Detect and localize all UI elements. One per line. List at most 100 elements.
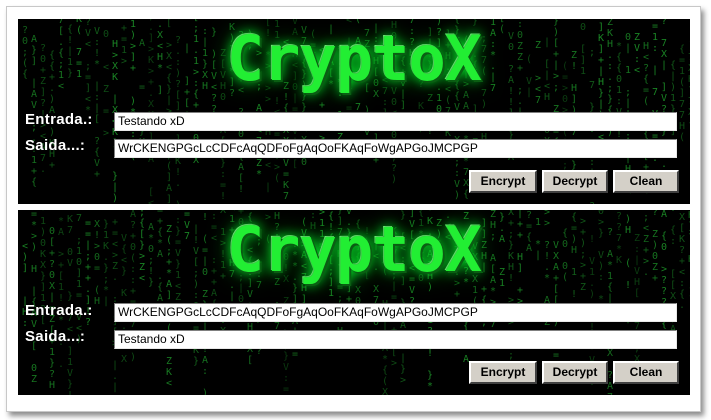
encrypt-button[interactable]: Encrypt	[469, 361, 537, 384]
svg-text:=: =	[103, 106, 109, 117]
svg-text:A: A	[202, 355, 208, 366]
svg-text:}: }	[193, 356, 199, 367]
svg-text:[: [	[247, 355, 253, 366]
svg-text::: :	[589, 157, 595, 168]
svg-text:Z: Z	[166, 356, 172, 367]
svg-text:{: {	[31, 177, 37, 188]
svg-text:+: +	[319, 100, 325, 111]
svg-text:A: A	[463, 101, 469, 112]
svg-text:): )	[589, 289, 595, 300]
svg-text:=: =	[283, 169, 289, 180]
svg-text:|: |	[112, 182, 118, 193]
svg-text:): )	[130, 352, 136, 363]
svg-text:[: [	[292, 159, 298, 170]
svg-text:K: K	[166, 367, 172, 378]
svg-text:A: A	[166, 183, 172, 194]
svg-text:]: ]	[166, 194, 172, 204]
svg-text:[: [	[184, 98, 190, 109]
output-field[interactable]: WrCKENGPGcLcCDFcAqQDFoFgAqOoFKAqFoWgAPGo…	[114, 139, 677, 158]
decrypt-button[interactable]: Decrypt	[542, 361, 608, 384]
svg-text:{: {	[94, 147, 100, 158]
svg-text:V: V	[67, 368, 73, 379]
svg-text:1: 1	[67, 357, 73, 368]
svg-text:.: .	[175, 178, 181, 189]
svg-text:!: !	[238, 184, 244, 195]
svg-text:Z: Z	[256, 158, 262, 169]
svg-text:V: V	[247, 289, 253, 300]
svg-text:]: ]	[175, 101, 181, 112]
cryptox-logo: CryptoX	[226, 22, 482, 95]
output-field[interactable]: Testando xD	[114, 330, 677, 349]
svg-text:>: >	[400, 375, 406, 386]
cryptox-logo: CryptoX	[226, 213, 482, 286]
svg-text:V: V	[31, 100, 37, 111]
svg-text:V: V	[283, 362, 289, 373]
svg-text:|: |	[625, 98, 631, 109]
svg-text:): )	[454, 190, 460, 201]
output-label: Saida...:	[25, 328, 86, 345]
svg-text:+: +	[31, 166, 37, 177]
decrypt-button[interactable]: Decrypt	[542, 170, 608, 193]
svg-text:?: ?	[589, 201, 595, 204]
cryptox-window-encrypt: ? 0;({A}] | A V;.! 1 +{? 0 + Z]?! > < A 7.{{+.) A) K H +7…	[18, 19, 690, 204]
svg-text:=: =	[220, 180, 226, 191]
svg-text:7: 7	[679, 110, 685, 121]
svg-text:(: (	[166, 161, 172, 172]
svg-text:!: !	[67, 390, 73, 395]
svg-text:<: <	[265, 160, 271, 171]
svg-text:?: ?	[40, 98, 46, 109]
svg-text:|: |	[94, 103, 100, 114]
svg-text:[: [	[148, 187, 154, 198]
svg-text:Z: Z	[31, 374, 37, 385]
svg-text:): )	[391, 174, 397, 185]
svg-text:|: |	[400, 353, 406, 364]
svg-text:7: 7	[679, 99, 685, 110]
svg-text:[: [	[238, 173, 244, 184]
svg-text:=: =	[76, 290, 82, 301]
svg-text:+: +	[49, 160, 55, 171]
svg-text:?: ?	[391, 163, 397, 174]
input-field[interactable]: Testando xD	[114, 112, 677, 131]
svg-text::: :	[202, 366, 208, 377]
svg-text:]: ]	[400, 100, 406, 111]
clean-button[interactable]: Clean	[613, 361, 679, 384]
svg-text:*: *	[256, 169, 262, 180]
svg-text:7: 7	[688, 96, 690, 107]
svg-text:K: K	[121, 288, 127, 299]
svg-text:.: .	[40, 164, 46, 175]
svg-text:|: |	[598, 99, 604, 110]
svg-text:=: =	[292, 349, 298, 360]
svg-text:X: X	[670, 291, 676, 302]
svg-text:*: *	[382, 354, 388, 365]
input-field[interactable]: WrCKENGPGcLcCDFcAqQDFoFgAqOoFKAqFoWgAPGo…	[114, 303, 677, 322]
svg-text:<: <	[166, 378, 172, 389]
svg-text:.: .	[679, 300, 685, 311]
svg-text:7: 7	[607, 392, 613, 395]
svg-text:(: (	[274, 173, 280, 184]
svg-text:): )	[481, 99, 487, 110]
svg-text:Z: Z	[175, 292, 181, 303]
svg-text:}: }	[220, 158, 226, 169]
encrypt-button[interactable]: Encrypt	[469, 170, 537, 193]
svg-text:7: 7	[283, 191, 289, 202]
svg-text:.: .	[517, 96, 523, 107]
clean-button[interactable]: Clean	[613, 170, 679, 193]
svg-text:H: H	[49, 380, 55, 391]
svg-text:H: H	[679, 121, 685, 132]
svg-text:}: }	[67, 379, 73, 390]
svg-text:=: =	[283, 384, 289, 395]
svg-text:): )	[202, 388, 208, 395]
svg-text:+: +	[454, 289, 460, 300]
svg-text:K: K	[418, 101, 424, 112]
svg-text:K: K	[283, 180, 289, 191]
svg-text:]: ]	[166, 172, 172, 183]
svg-text:X: X	[148, 99, 154, 110]
svg-text:}: }	[67, 291, 73, 302]
svg-text:.: .	[112, 371, 118, 382]
svg-text:?: ?	[508, 19, 514, 20]
svg-text:|: |	[229, 291, 235, 302]
svg-text:): )	[175, 200, 181, 204]
output-label: Saida...:	[25, 137, 86, 154]
svg-text:=: =	[553, 350, 559, 361]
svg-text:Z: Z	[202, 289, 208, 300]
